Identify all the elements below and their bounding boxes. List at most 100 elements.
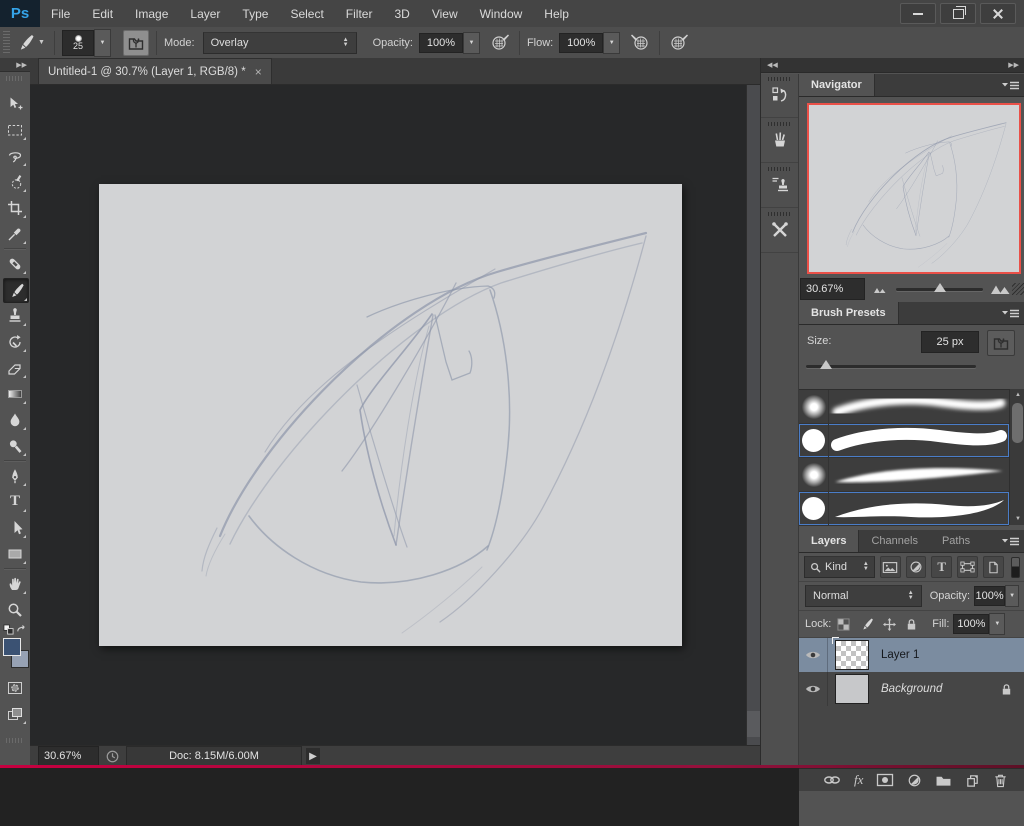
- history-panel-button[interactable]: [761, 74, 798, 118]
- pressure-size-button[interactable]: [667, 31, 691, 55]
- canvas[interactable]: [99, 184, 682, 646]
- layer-thumbnail[interactable]: [835, 674, 869, 704]
- navigator-proxy-view[interactable]: [807, 103, 1021, 274]
- lasso-tool[interactable]: [3, 144, 27, 167]
- pressure-opacity-button[interactable]: [488, 31, 512, 55]
- slider-thumb[interactable]: [934, 283, 946, 292]
- tab-channels[interactable]: Channels: [859, 530, 929, 552]
- menu-edit[interactable]: Edit: [81, 0, 124, 27]
- panel-resize-grip[interactable]: [1012, 283, 1024, 295]
- default-colors-button[interactable]: [3, 624, 14, 635]
- collapse-strip-button[interactable]: ◀◀: [767, 61, 778, 69]
- menu-window[interactable]: Window: [469, 0, 534, 27]
- menu-type[interactable]: Type: [231, 0, 279, 27]
- tab-layers[interactable]: Layers: [799, 530, 859, 552]
- document-tab[interactable]: Untitled-1 @ 30.7% (Layer 1, RGB/8) * ×: [38, 58, 272, 84]
- flow-field[interactable]: 100%: [559, 33, 603, 53]
- toolbar-collapse-button[interactable]: ▶▶: [0, 58, 30, 72]
- layer-thumbnail[interactable]: [835, 640, 869, 670]
- new-group-button[interactable]: [935, 774, 952, 787]
- brush-size-field[interactable]: 25 px: [921, 331, 979, 353]
- toggle-brush-panel-button[interactable]: [123, 30, 149, 56]
- pasteboard[interactable]: [30, 85, 746, 745]
- visibility-toggle[interactable]: [799, 672, 828, 706]
- filter-type-layers-button[interactable]: T: [931, 556, 952, 578]
- scrollbar-thumb[interactable]: [1012, 403, 1023, 443]
- flow-dropdown[interactable]: ▼: [603, 32, 620, 54]
- pen-tool[interactable]: [3, 464, 27, 487]
- brush-preset-hard-round-pressure[interactable]: [799, 492, 1009, 526]
- menu-select[interactable]: Select: [279, 0, 334, 27]
- filter-shape-layers-button[interactable]: [957, 556, 978, 578]
- marquee-tool[interactable]: [3, 118, 27, 141]
- tab-paths[interactable]: Paths: [930, 530, 982, 552]
- airbrush-button[interactable]: [628, 31, 652, 55]
- status-flyout-button[interactable]: ▶: [306, 748, 320, 764]
- brush-preset-soft-round-pressure[interactable]: [799, 458, 1009, 492]
- menu-image[interactable]: Image: [124, 0, 179, 27]
- eyedropper-tool[interactable]: [3, 222, 27, 245]
- zoom-in-button[interactable]: [990, 283, 1012, 295]
- add-layer-mask-button[interactable]: [876, 773, 894, 787]
- lock-transparent-button[interactable]: [837, 618, 850, 631]
- navigator-zoom-field[interactable]: 30.67%: [800, 278, 865, 300]
- menu-file[interactable]: File: [40, 0, 81, 27]
- delete-layer-button[interactable]: [993, 773, 1008, 788]
- menu-help[interactable]: Help: [533, 0, 580, 27]
- tab-close-icon[interactable]: ×: [255, 65, 262, 79]
- menu-3d[interactable]: 3D: [383, 0, 420, 27]
- layer-name[interactable]: Layer 1: [881, 649, 919, 661]
- scroll-up-button[interactable]: ▲: [1010, 389, 1024, 401]
- layer-fill-field[interactable]: 100%: [953, 614, 989, 634]
- restore-button[interactable]: [940, 3, 976, 24]
- slider-thumb[interactable]: [820, 360, 832, 369]
- swap-colors-button[interactable]: [16, 624, 27, 635]
- blend-mode-select[interactable]: Overlay ▲▼: [203, 32, 357, 54]
- options-grip[interactable]: [3, 31, 10, 55]
- quick-selection-tool[interactable]: [3, 170, 27, 193]
- toolbar-grip-bottom[interactable]: [6, 738, 24, 743]
- crop-tool[interactable]: [3, 196, 27, 219]
- blur-tool[interactable]: [3, 408, 27, 431]
- brush-picker-dropdown[interactable]: ▼: [94, 29, 111, 57]
- link-layers-button[interactable]: [823, 774, 841, 786]
- collapse-panels-button[interactable]: ▶▶: [1008, 61, 1019, 69]
- filter-adjustment-layers-button[interactable]: [906, 556, 927, 578]
- menu-layer[interactable]: Layer: [179, 0, 231, 27]
- close-button[interactable]: [980, 3, 1016, 24]
- panel-menu-button[interactable]: [1002, 309, 1020, 319]
- tool-presets-panel-button[interactable]: [761, 209, 798, 253]
- brush-panel-button[interactable]: [761, 119, 798, 163]
- clone-stamp-tool[interactable]: [3, 304, 27, 327]
- fill-dropdown[interactable]: ▼: [989, 613, 1005, 635]
- filter-pixel-layers-button[interactable]: [880, 556, 901, 578]
- brush-preview[interactable]: 25: [62, 30, 94, 56]
- eraser-tool[interactable]: [3, 356, 27, 379]
- filtering-toggle[interactable]: [1011, 557, 1020, 578]
- tab-navigator[interactable]: Navigator: [799, 74, 875, 96]
- gradient-tool[interactable]: [3, 382, 27, 405]
- layer-opacity-field[interactable]: 100%: [974, 586, 1005, 606]
- opacity-dropdown[interactable]: ▼: [463, 32, 480, 54]
- sync-status-button[interactable]: [105, 749, 120, 764]
- navigator-zoom-slider[interactable]: [896, 288, 983, 291]
- document-scrollbar[interactable]: [746, 85, 761, 745]
- minimize-button[interactable]: [900, 3, 936, 24]
- zoom-tool[interactable]: [3, 598, 27, 621]
- opacity-field[interactable]: 100%: [419, 33, 463, 53]
- type-tool[interactable]: T: [3, 490, 27, 513]
- healing-brush-tool[interactable]: [3, 252, 27, 275]
- brush-list-scrollbar[interactable]: ▲ ▼: [1009, 389, 1024, 525]
- lock-pixels-button[interactable]: [859, 617, 874, 632]
- brush-size-slider[interactable]: [806, 365, 976, 368]
- path-selection-tool[interactable]: [3, 516, 27, 539]
- foreground-color-swatch[interactable]: [3, 638, 21, 656]
- visibility-toggle[interactable]: [799, 638, 828, 672]
- layer-filter-kind-select[interactable]: Kind ▲▼: [804, 556, 875, 578]
- blend-mode-select[interactable]: Normal ▲▼: [805, 585, 922, 607]
- history-brush-tool[interactable]: [3, 330, 27, 353]
- new-layer-button[interactable]: [965, 773, 980, 788]
- dodge-tool[interactable]: [3, 434, 27, 457]
- rectangle-tool[interactable]: [3, 542, 27, 565]
- panel-menu-button[interactable]: [1002, 537, 1020, 547]
